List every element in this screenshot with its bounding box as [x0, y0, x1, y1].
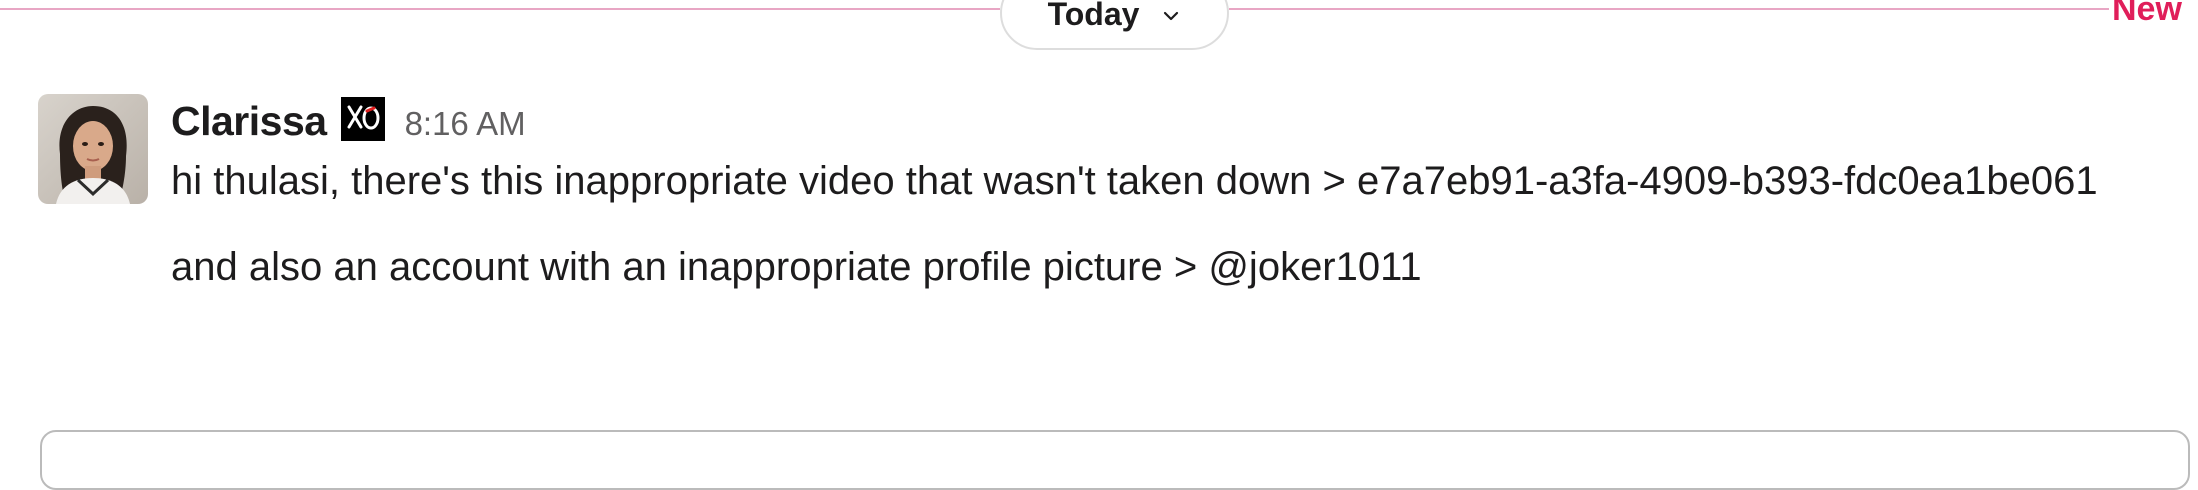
new-messages-line-left — [0, 8, 1000, 10]
message-header: Clarissa 8:16 AM — [171, 94, 2131, 148]
xo-emoji-icon[interactable] — [340, 97, 385, 141]
date-label: Today — [1047, 0, 1140, 32]
message-paragraph: and also an account with an inappropriat… — [171, 245, 1422, 289]
message-timestamp[interactable]: 8:16 AM — [405, 105, 526, 143]
author-name[interactable]: Clarissa — [171, 98, 327, 145]
message-body: Clarissa 8:16 AM hi thulasi, there's thi… — [171, 94, 2131, 300]
message-composer[interactable] — [40, 430, 2190, 490]
date-divider: Today New — [0, 0, 2198, 60]
chevron-down-icon — [1161, 6, 1181, 26]
avatar[interactable] — [38, 94, 148, 204]
new-messages-badge: New — [2112, 0, 2182, 28]
jump-to-date-button[interactable]: Today — [1000, 0, 1229, 50]
message-paragraph: hi thulasi, there's this inappropriate v… — [171, 159, 2098, 203]
new-messages-line-right — [1229, 8, 2109, 10]
